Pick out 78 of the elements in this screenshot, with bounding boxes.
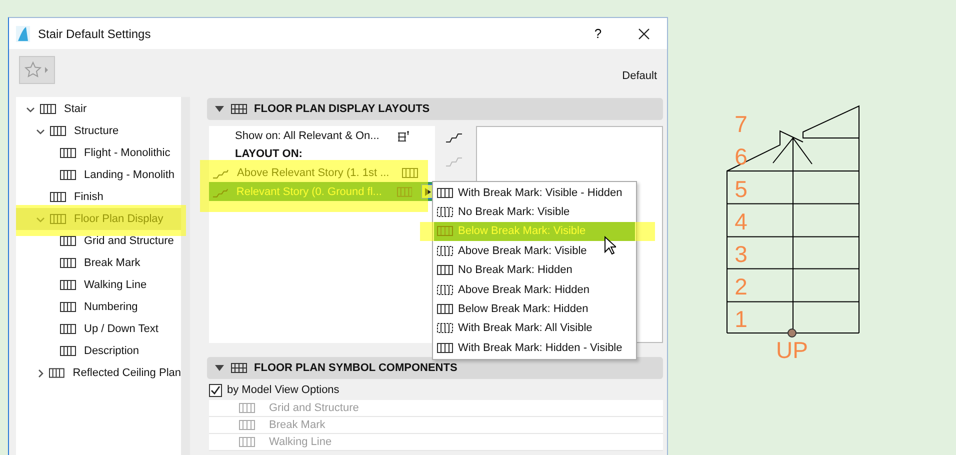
tree-item[interactable]: Stair: [16, 98, 181, 120]
star-icon[interactable]: [24, 61, 50, 79]
tree-item[interactable]: Up / Down Text: [16, 318, 181, 340]
hatch-icon: [60, 169, 76, 181]
hatch-icon: [437, 322, 453, 334]
hatch-icon: [60, 235, 76, 247]
triangle-icon[interactable]: [425, 188, 432, 196]
hatch-icon: [50, 213, 66, 225]
hatch-icon: [437, 206, 453, 218]
hatch-icon: [60, 323, 76, 335]
menu-item[interactable]: No Break Mark: Visible: [434, 202, 635, 222]
hatch-icon: [239, 402, 255, 414]
hatch-icon: [60, 279, 76, 291]
start-point-icon: [788, 328, 796, 338]
tree-item[interactable]: Description: [16, 340, 181, 362]
hatch-icon: [437, 284, 453, 296]
step-number: 6: [734, 144, 748, 170]
hatch-icon: [60, 257, 76, 269]
hatch-icon: [437, 342, 453, 354]
hatch-icon: [437, 303, 453, 316]
checkbox[interactable]: [209, 384, 222, 396]
chevron-icon[interactable]: [26, 104, 35, 114]
tree-item[interactable]: Break Mark: [16, 252, 181, 274]
section-header[interactable]: FLOOR PLAN DISPLAY LAYOUTS: [207, 98, 663, 120]
step-number: 7: [734, 111, 748, 137]
cursor-icon: [604, 236, 616, 255]
menu-item[interactable]: Above Break Mark: Visible: [434, 241, 635, 261]
hatch-icon: [239, 419, 255, 431]
hatch-icon: [50, 125, 66, 137]
hatch-icon: [396, 186, 412, 198]
direction-label: UP: [776, 337, 808, 363]
tree-item[interactable]: Landing - Monolith: [16, 164, 181, 186]
checkbox-label: by Model View Options: [227, 384, 340, 396]
collapse-triangle-icon[interactable]: [215, 106, 224, 112]
show-on-label[interactable]: Show on: All Relevant & On...: [235, 130, 387, 142]
preset-label: Default: [622, 70, 657, 82]
hatch-icon: [60, 345, 76, 357]
chevron-icon[interactable]: [36, 126, 45, 136]
hatch-icon: [40, 103, 56, 115]
tree-item[interactable]: Walking Line: [16, 274, 181, 296]
menu-item[interactable]: With Break Mark: Visible - Hidden: [434, 183, 635, 202]
tree-item[interactable]: Reflected Ceiling Plan: [16, 362, 181, 384]
app-logo-icon: [16, 26, 30, 42]
hatch-icon: [402, 166, 418, 178]
hatch-icon: [60, 147, 76, 159]
tree-item[interactable]: Flight - Monolithic: [16, 142, 181, 164]
menu-item[interactable]: With Break Mark: Hidden - Visible: [434, 338, 635, 358]
step-number: 3: [734, 241, 748, 267]
step-number: 5: [734, 176, 748, 202]
menu-item[interactable]: Below Break Mark: Hidden: [434, 299, 635, 319]
menu-item[interactable]: Above Break Mark: Hidden: [434, 280, 635, 300]
hatch-icon: [49, 367, 65, 379]
menu-item[interactable]: With Break Mark: All Visible: [434, 318, 635, 338]
menu-item[interactable]: No Break Mark: Hidden: [434, 260, 635, 280]
chevron-icon[interactable]: [36, 368, 45, 378]
hatch-icon: [437, 225, 453, 238]
tree-item[interactable]: Numbering: [16, 296, 181, 318]
collapse-triangle-icon[interactable]: [215, 365, 224, 371]
layout-on-label: LAYOUT ON:: [234, 147, 304, 162]
hatch-icon: [60, 301, 76, 313]
hatch-icon: [437, 264, 453, 276]
window-title: Stair Default Settings: [38, 26, 152, 40]
hatch-icon: [50, 191, 66, 203]
hatch-icon: [231, 103, 247, 115]
section-header[interactable]: FLOOR PLAN SYMBOL COMPONENTS: [207, 357, 663, 379]
hatch-icon: [231, 362, 247, 374]
tree-item[interactable]: Structure: [16, 120, 181, 142]
step-number: 4: [734, 208, 748, 234]
help-button[interactable]: ?: [583, 26, 613, 41]
hatch-icon: [437, 186, 453, 199]
story-icon[interactable]: [397, 130, 411, 142]
close-icon[interactable]: [638, 28, 650, 40]
tree-item[interactable]: Finish: [16, 186, 181, 208]
tree-item[interactable]: Grid and Structure: [16, 230, 181, 252]
hatch-icon: [437, 244, 453, 257]
step-number: 2: [734, 274, 748, 300]
hatch-icon: [239, 436, 255, 448]
step-number: 1: [734, 306, 748, 332]
